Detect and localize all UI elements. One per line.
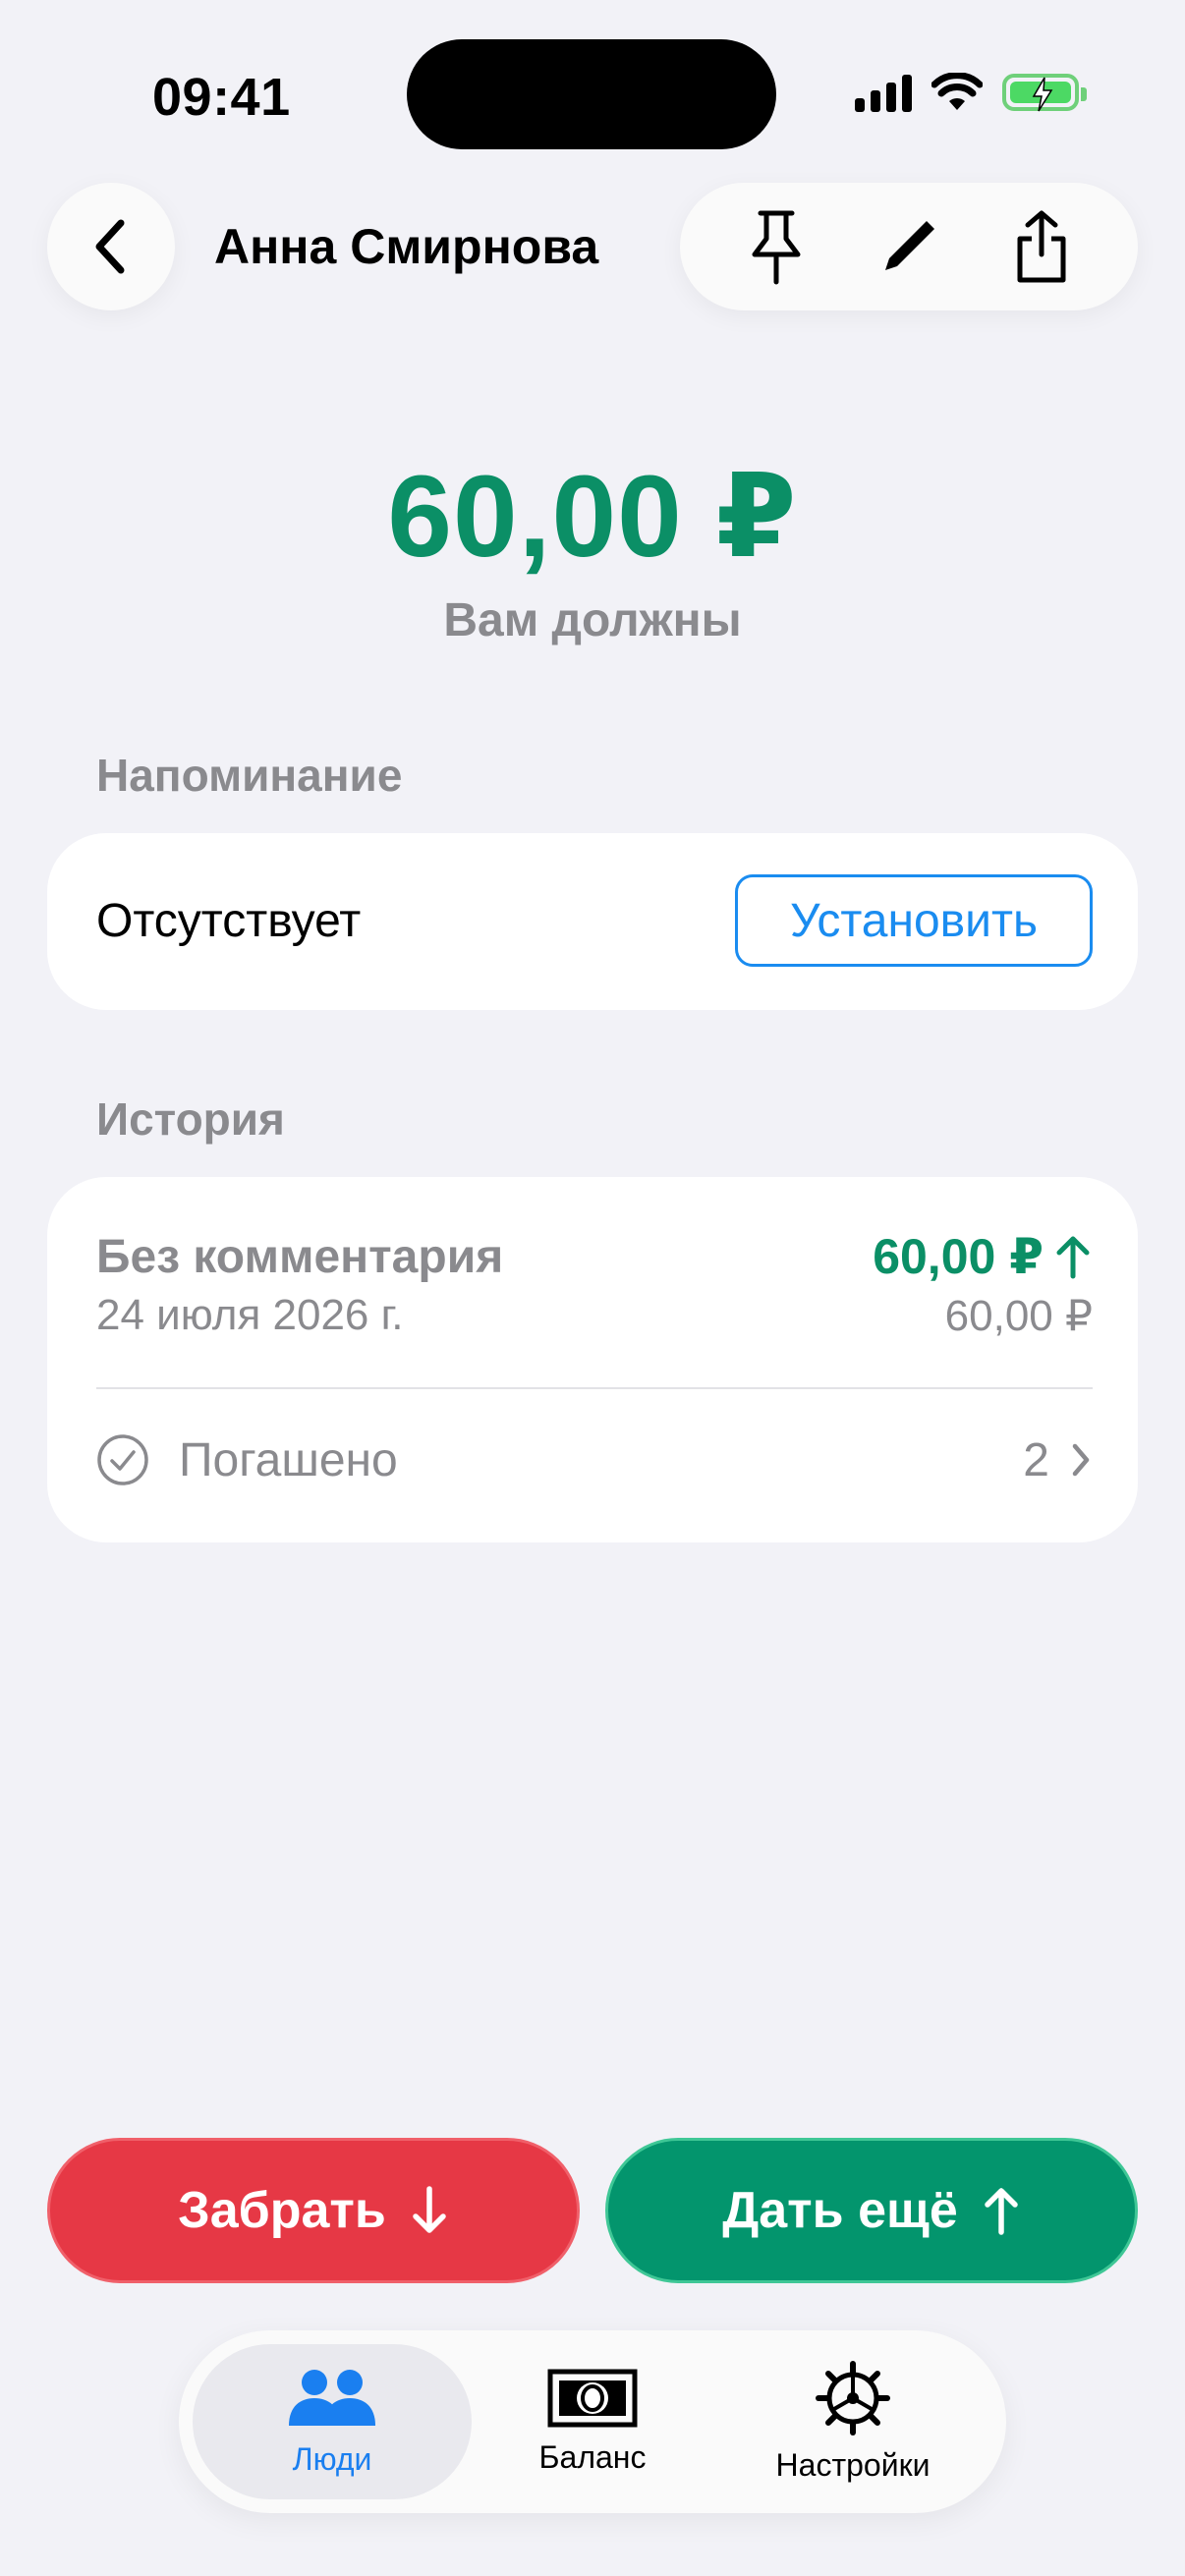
pin-icon [752,210,801,285]
history-card: Без комментария 24 июля 2026 г. 60,00 ₽ … [47,1177,1138,1542]
entry-date: 24 июля 2026 г. [96,1291,404,1339]
reminder-status: Отсутствует [96,895,362,947]
entry-amount: 60,00 ₽ [873,1229,1044,1284]
entry-amount-row: 60,00 ₽ [873,1228,1093,1285]
history-section-title: История [96,1093,285,1145]
balance-amount: 60,00 ₽ [387,452,798,582]
status-time: 09:41 [152,68,291,127]
divider [96,1387,1093,1389]
header-actions [680,183,1138,310]
balance-caption: Вам должны [443,594,742,646]
banknote-icon [547,2369,638,2427]
pin-button[interactable] [727,197,825,296]
take-button-label: Забрать [178,2182,386,2239]
cellular-signal-icon [855,73,912,112]
tab-bar: Люди Баланс Настройки [179,2330,1006,2513]
arrow-up-icon [985,2188,1018,2235]
wifi-icon [931,73,983,110]
tab-people[interactable]: Люди [193,2344,472,2499]
people-icon [289,2369,375,2426]
battery-charging-icon [1002,74,1087,112]
tab-settings[interactable]: Настройки [713,2344,992,2499]
reminder-section-title: Напоминание [96,750,403,801]
chevron-left-icon [95,219,125,274]
tab-settings-label: Настройки [775,2446,931,2483]
set-reminder-button[interactable]: Установить [735,874,1093,967]
tab-balance-label: Баланс [538,2438,647,2475]
arrow-down-icon [413,2186,446,2233]
tab-people-label: Люди [292,2440,372,2477]
give-more-button[interactable]: Дать ещё [605,2138,1138,2283]
reminder-card: Отсутствует Установить [47,833,1138,1010]
repaid-label: Погашено [179,1433,398,1486]
tab-balance[interactable]: Баланс [453,2344,732,2499]
gear-icon [816,2360,890,2436]
share-button[interactable] [992,197,1091,296]
give-more-button-label: Дать ещё [722,2182,958,2239]
dynamic-island [407,39,776,149]
page-title: Анна Смирнова [214,219,599,274]
share-icon [1017,210,1066,283]
status-icons [855,73,1087,112]
repaid-row[interactable]: Погашено 2 [96,1421,1093,1499]
entry-balance: 60,00 ₽ [944,1292,1093,1340]
debt-detail-screen: 09:41 Анна Смирнова 60,00 ₽ Вам должны Н… [0,0,1185,2576]
edit-button[interactable] [860,197,958,296]
repaid-count: 2 [1023,1433,1049,1486]
entry-comment: Без комментария [96,1231,504,1283]
checkmark-circle-icon [97,1434,148,1485]
back-button[interactable] [47,183,175,310]
take-button[interactable]: Забрать [47,2138,580,2283]
pencil-icon [884,221,934,270]
arrow-up-icon [1056,1236,1090,1279]
chevron-right-icon [1072,1443,1090,1477]
